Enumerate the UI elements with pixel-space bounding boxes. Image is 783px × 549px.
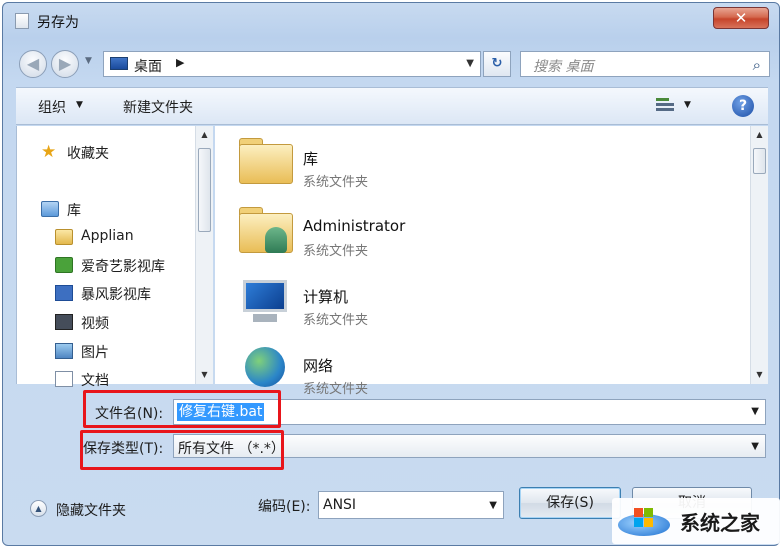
help-icon[interactable]: ? [732, 95, 754, 117]
library-icon [41, 201, 59, 217]
filename-dropdown-icon[interactable]: ▼ [751, 406, 759, 417]
list-item[interactable]: 网络 系统文件夹 [237, 337, 637, 403]
title-bar[interactable]: 另存为 ✕ [3, 3, 779, 35]
scroll-down-icon[interactable]: ▼ [196, 366, 213, 383]
close-button[interactable]: ✕ [713, 7, 769, 29]
sidebar-item-label: Applian [81, 228, 134, 244]
documents-library-icon [55, 371, 73, 387]
baofeng-icon [55, 285, 73, 301]
scroll-up-icon[interactable]: ▲ [751, 126, 768, 143]
list-item[interactable]: 计算机 系统文件夹 [237, 268, 637, 334]
chevron-up-icon[interactable]: ▲ [30, 500, 47, 517]
back-button[interactable]: ◀ [19, 50, 47, 78]
filename-highlight-box [83, 390, 281, 428]
pictures-library-icon [55, 343, 73, 359]
encoding-value[interactable]: ANSI [323, 497, 356, 513]
scroll-down-icon[interactable]: ▼ [751, 366, 768, 383]
sidebar-item-label: 图片 [81, 345, 109, 361]
list-item[interactable]: 库 系统文件夹 [237, 130, 637, 196]
network-icon [237, 341, 293, 395]
library-folder-icon [237, 134, 293, 188]
encoding-select[interactable]: ANSI ▼ [318, 491, 504, 519]
file-name: Administrator [303, 217, 406, 235]
notepad-icon [15, 13, 29, 29]
file-type: 系统文件夹 [303, 244, 369, 259]
sidebar-item-label: 库 [67, 203, 81, 219]
file-list: 库 系统文件夹 Administrator 系统文件夹 计算机 系统文件夹 网络… [215, 126, 768, 397]
watermark-text: 系统之家 [680, 511, 760, 535]
organize-dropdown-icon[interactable]: ▼ [76, 100, 83, 110]
user-folder-icon [237, 203, 293, 257]
scroll-thumb[interactable] [198, 148, 211, 232]
desktop-icon [110, 57, 128, 70]
command-toolbar: 组织 ▼ 新建文件夹 ▼ ? [16, 87, 768, 125]
navigation-pane-scrollbar[interactable]: ▲ ▼ [195, 126, 213, 384]
save-as-dialog: 另存为 ✕ ◀ ▶ ▼ 桌面 ▶ ▼ ↻ 搜索 桌面 ⌕ 组织 ▼ 新建文件夹 … [2, 2, 780, 546]
star-icon: ★ [41, 142, 57, 162]
sidebar-item-label: 暴风影视库 [81, 287, 151, 303]
video-library-icon [55, 314, 73, 330]
encoding-dropdown-icon[interactable]: ▼ [489, 500, 497, 511]
view-options-icon[interactable] [656, 98, 674, 114]
encoding-label: 编码(E): [258, 499, 311, 515]
file-type: 系统文件夹 [303, 313, 369, 328]
sidebar-item-label: 爱奇艺影视库 [81, 259, 165, 275]
folder-icon [55, 229, 73, 245]
computer-icon [237, 272, 293, 326]
sidebar-item-label: 文档 [81, 373, 109, 389]
file-type: 系统文件夹 [303, 382, 369, 397]
sidebar-item-label: 视频 [81, 316, 109, 332]
organize-button[interactable]: 组织 [38, 97, 66, 117]
recent-locations-dropdown[interactable]: ▼ [85, 56, 92, 66]
address-location[interactable]: 桌面 [134, 56, 162, 76]
file-list-scrollbar[interactable]: ▲ ▼ [750, 126, 768, 384]
iqiyi-icon [55, 257, 73, 273]
navigation-pane: ★ 收藏夹 库 Applian 爱奇艺影视库 暴风影视库 视频 图片 文档 ▲ … [16, 126, 213, 389]
search-icon[interactable]: ⌕ [753, 56, 761, 74]
save-button[interactable]: 保存(S) [519, 487, 621, 519]
address-dropdown-icon[interactable]: ▼ [466, 58, 474, 69]
dialog-title: 另存为 [37, 15, 79, 31]
scroll-thumb[interactable] [753, 148, 766, 174]
list-item[interactable]: Administrator 系统文件夹 [237, 199, 637, 265]
sidebar-item-label: 收藏夹 [67, 146, 109, 162]
new-folder-button[interactable]: 新建文件夹 [123, 97, 193, 117]
scroll-up-icon[interactable]: ▲ [196, 126, 213, 143]
breadcrumb-chevron-icon[interactable]: ▶ [176, 56, 184, 69]
filetype-highlight-box [80, 430, 284, 470]
site-watermark: 系统之家 [612, 498, 780, 544]
search-placeholder: 搜索 桌面 [533, 59, 594, 75]
file-name: 计算机 [303, 288, 349, 306]
hide-folders-label[interactable]: 隐藏文件夹 [56, 500, 126, 520]
forward-button[interactable]: ▶ [51, 50, 79, 78]
view-dropdown-icon[interactable]: ▼ [684, 100, 691, 110]
search-input[interactable]: 搜索 桌面 ⌕ [520, 51, 770, 77]
file-name: 网络 [303, 357, 334, 375]
navigation-bar: ◀ ▶ ▼ 桌面 ▶ ▼ ↻ 搜索 桌面 ⌕ [3, 43, 779, 83]
refresh-button[interactable]: ↻ [483, 51, 511, 77]
windows-logo-icon [618, 504, 672, 538]
address-bar[interactable]: 桌面 ▶ ▼ [103, 51, 481, 77]
file-name: 库 [303, 150, 319, 168]
file-type: 系统文件夹 [303, 175, 369, 190]
filetype-dropdown-icon[interactable]: ▼ [751, 441, 759, 452]
